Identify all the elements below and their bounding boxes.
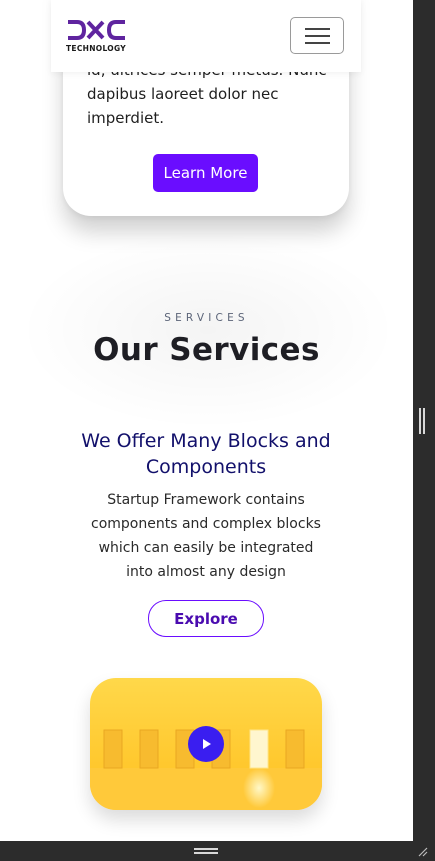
video-thumbnail[interactable] <box>90 678 322 810</box>
vertical-resize-handle[interactable] <box>419 408 425 434</box>
hamburger-icon <box>305 28 330 30</box>
corner-resize-icon[interactable] <box>416 845 428 857</box>
dxc-logo[interactable]: TECHNOLOGY <box>66 19 128 53</box>
page: id, ultrices semper metus. Nunc dapibus … <box>0 0 413 841</box>
services-title: Our Services <box>93 332 320 368</box>
offer-text: Startup Framework contains components an… <box>91 492 321 580</box>
hamburger-icon <box>305 42 330 44</box>
logo-subtitle: TECHNOLOGY <box>66 44 126 53</box>
explore-button[interactable]: Explore <box>148 600 264 637</box>
horizontal-resize-handle[interactable] <box>194 848 218 854</box>
site-header: TECHNOLOGY <box>51 0 361 72</box>
dxc-logo-mark <box>68 20 125 40</box>
section-glow <box>18 230 398 430</box>
menu-toggle-button[interactable] <box>290 17 344 54</box>
learn-more-button[interactable]: Learn More <box>153 154 258 192</box>
hamburger-icon <box>305 35 330 37</box>
play-icon[interactable] <box>188 726 224 762</box>
services-eyebrow: SERVICES <box>164 312 249 324</box>
offer-title: We Offer Many Blocks and Components <box>81 430 331 478</box>
